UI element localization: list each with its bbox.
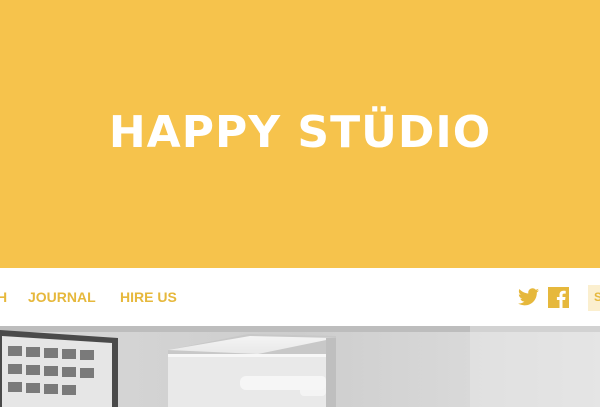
hero-banner: HAPPY STÜDIO [0, 0, 600, 268]
desk-photo-image [0, 326, 600, 407]
twitter-icon[interactable] [518, 288, 539, 306]
site-title: HAPPY STÜDIO [108, 106, 492, 158]
main-nav: H JOURNAL HIRE US S [0, 268, 600, 326]
nav-item-hire-us[interactable]: HIRE US [120, 289, 177, 305]
subscribe-label: S [594, 290, 600, 304]
facebook-icon[interactable] [548, 287, 569, 308]
nav-item-partial[interactable]: H [0, 289, 7, 305]
hero-photo [0, 326, 600, 407]
nav-item-journal[interactable]: JOURNAL [28, 289, 96, 305]
subscribe-button[interactable]: S [588, 285, 600, 311]
